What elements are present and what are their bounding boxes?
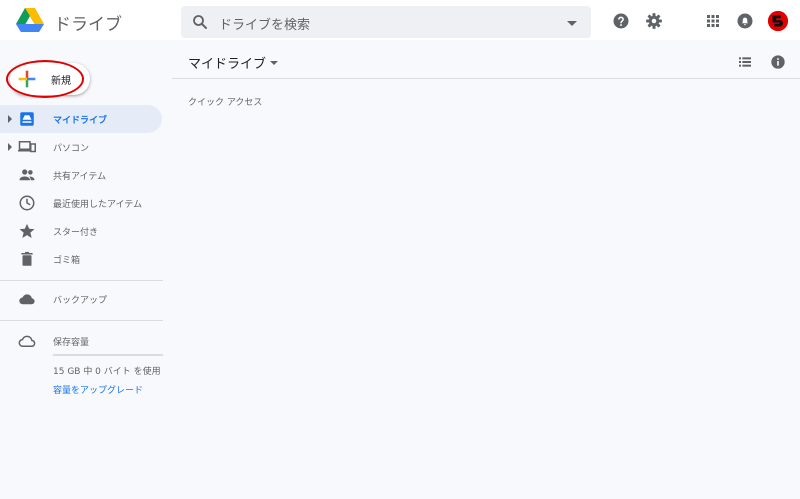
annotation-circle [6, 60, 84, 98]
search-options-icon[interactable] [567, 21, 577, 26]
storage-usage-bar [53, 354, 163, 356]
account-avatar[interactable] [767, 10, 789, 32]
chevron-down-icon[interactable] [270, 61, 278, 65]
computers-icon [18, 141, 36, 153]
app-title: ドライブ [54, 15, 122, 35]
shared-icon [19, 169, 35, 181]
page-title[interactable]: マイドライブ [188, 53, 266, 72]
search-bar[interactable]: ドライブを検索 [181, 6, 591, 38]
my-drive-icon [20, 112, 34, 126]
header-divider [172, 78, 800, 79]
sidebar-item-label: 保存容量 [53, 338, 90, 348]
sidebar-item-recent[interactable]: 最近使用したアイテム [0, 189, 162, 217]
clock-icon [19, 195, 35, 211]
expand-arrow-icon[interactable] [8, 115, 12, 123]
sidebar-item-label: パソコン [53, 144, 90, 154]
apps-icon[interactable] [704, 12, 722, 30]
sidebar-item-label: ゴミ箱 [53, 256, 81, 266]
sidebar-item-label: マイドライブ [53, 116, 108, 126]
storage-usage-text: 15 GB 中 0 バイト を使用 [53, 367, 161, 377]
sidebar-item-computers[interactable]: パソコン [0, 133, 162, 161]
sidebar-item-starred[interactable]: スター付き [0, 217, 162, 245]
sidebar-item-label: 共有アイテム [53, 172, 107, 182]
settings-icon[interactable] [645, 12, 663, 30]
sidebar-item-my-drive[interactable]: マイドライブ [0, 105, 162, 133]
help-icon[interactable] [612, 12, 630, 30]
search-input[interactable]: ドライブを検索 [219, 14, 310, 33]
sidebar-item-backup[interactable]: バックアップ [0, 285, 162, 313]
notifications-icon[interactable] [736, 12, 754, 30]
sidebar-divider [0, 320, 163, 321]
top-bar: ドライブ ドライブを検索 [0, 0, 800, 40]
search-icon[interactable] [191, 13, 209, 31]
info-icon[interactable] [770, 54, 786, 70]
sidebar-item-label: スター付き [53, 228, 99, 238]
trash-icon [21, 251, 33, 266]
sidebar-item-label: バックアップ [53, 296, 108, 306]
list-view-icon[interactable] [737, 54, 753, 70]
sidebar-divider [0, 280, 163, 281]
drive-logo-icon[interactable] [16, 8, 44, 32]
upgrade-storage-link[interactable]: 容量をアップグレード [53, 383, 143, 396]
sidebar-item-shared[interactable]: 共有アイテム [0, 161, 162, 189]
sidebar-item-label: 最近使用したアイテム [53, 200, 143, 210]
expand-arrow-icon[interactable] [8, 143, 12, 151]
sidebar-item-trash[interactable]: ゴミ箱 [0, 245, 162, 273]
storage-icon [18, 335, 36, 347]
sidebar-item-storage[interactable]: 保存容量 [0, 327, 162, 355]
star-icon [19, 223, 35, 238]
quick-access-heading: クイック アクセス [188, 98, 263, 108]
backup-icon [19, 294, 35, 305]
